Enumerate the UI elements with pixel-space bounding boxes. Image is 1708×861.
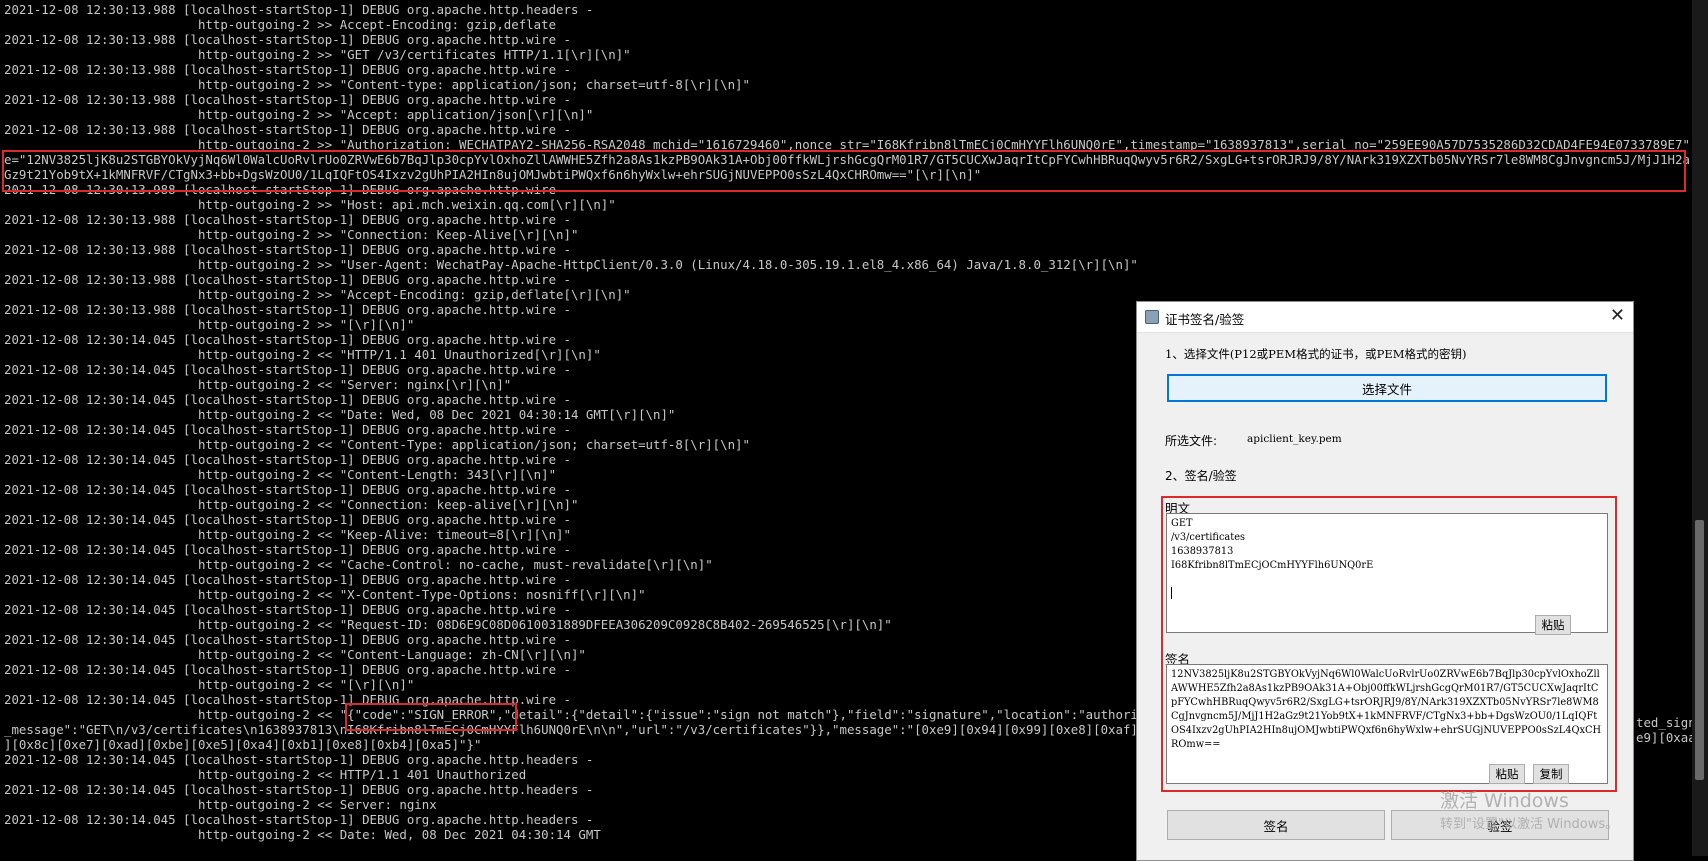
plaintext-value: GET /v3/certificates 1638937813 I68Kfrib… (1171, 518, 1374, 571)
dialog-titlebar[interactable]: 证书签名/验签 ✕ (1137, 302, 1633, 333)
text-caret (1171, 587, 1172, 599)
activate-windows-hint: 转到"设置"以激活 Windows。 (1440, 817, 1619, 832)
error-tail-2: e9][0xaa (1636, 730, 1696, 745)
step1-label: 1、选择文件(P12或PEM格式的证书，或PEM格式的密钥) (1165, 347, 1467, 361)
step2-label: 2、签名/验签 (1165, 469, 1237, 483)
console-line: 2021-12-08 12:30:13.988 [localhost-start… (4, 182, 571, 197)
console-line: 2021-12-08 12:30:13.988 [localhost-start… (4, 242, 571, 257)
plaintext-paste-button[interactable]: 粘贴 (1535, 615, 1571, 635)
selected-file-value: apiclient_key.pem (1247, 433, 1342, 445)
signature-copy-button[interactable]: 复制 (1533, 764, 1569, 784)
console-line: e="12NV3825ljK8u2STGBYOkVyjNq6Wl0WalcUoR… (4, 152, 1690, 182)
console-line: http-outgoing-2 >> Accept-Encoding: gzip… (4, 17, 557, 32)
console-line: 2021-12-08 12:30:13.988 [localhost-start… (4, 32, 571, 47)
console-line: 2021-12-08 12:30:13.988 [localhost-start… (4, 92, 571, 107)
dialog-title: 证书签名/验签 (1165, 312, 1245, 327)
console-line: 2021-12-08 12:30:13.988 [localhost-start… (4, 62, 571, 77)
activate-windows-title: 激活 Windows (1440, 790, 1569, 812)
console-line: 2021-12-08 12:30:13.988 [localhost-start… (4, 122, 571, 137)
signature-value: 12NV3825ljK8u2STGBYOkVyjNq6Wl0WalcUoRvlr… (1171, 669, 1602, 750)
console-line: http-outgoing-2 >> "GET /v3/certificates… (4, 47, 631, 62)
console-line: http-outgoing-2 >> "User-Agent: WechatPa… (4, 257, 1138, 272)
cert-sign-dialog: 证书签名/验签 ✕ 1、选择文件(P12或PEM格式的证书，或PEM格式的密钥)… (1136, 301, 1634, 861)
console-line: 2021-12-08 12:30:13.988 [localhost-start… (4, 212, 571, 227)
console-line: http-outgoing-2 >> "Host: api.mch.weixin… (4, 197, 616, 212)
console-line: 2021-12-08 12:30:13.988 [localhost-start… (4, 2, 594, 17)
console-line: http-outgoing-2 >> "Accept-Encoding: gzi… (4, 287, 631, 302)
console-line: http-outgoing-2 >> "Content-type: applic… (4, 77, 750, 92)
console-line: 2021-12-08 12:30:13.988 [localhost-start… (4, 272, 571, 287)
certificate-app-icon (1145, 310, 1159, 324)
selected-file-label: 所选文件: (1165, 434, 1218, 448)
console-scrollbar[interactable] (1692, 0, 1708, 856)
console-line: http-outgoing-2 >> "Connection: Keep-Ali… (4, 227, 579, 242)
console-line: http-outgoing-2 >> "Accept: application/… (4, 107, 594, 122)
close-icon[interactable]: ✕ (1610, 306, 1625, 326)
error-tail-1: ted_sign (1636, 715, 1696, 730)
console-scrollbar-thumb[interactable] (1695, 520, 1704, 780)
signature-paste-button[interactable]: 粘贴 (1489, 764, 1525, 784)
console-line: http-outgoing-2 >> "Authorization: WECHA… (4, 137, 1690, 152)
sign-button[interactable]: 签名 (1167, 810, 1385, 840)
choose-file-button[interactable]: 选择文件 (1167, 374, 1607, 402)
